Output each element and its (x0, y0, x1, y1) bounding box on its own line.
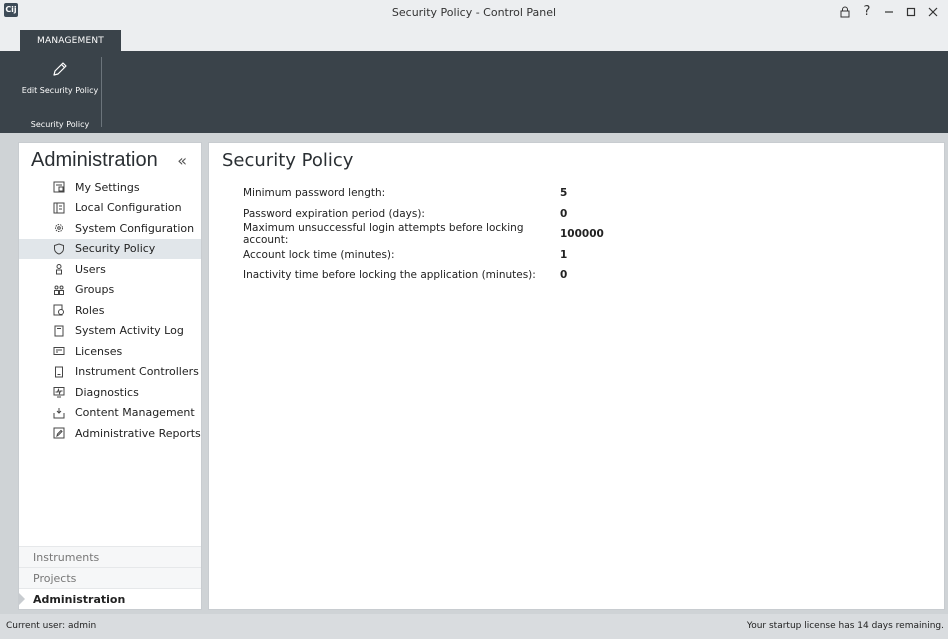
sidebar-title: Administration (31, 149, 158, 171)
sidebar-item-label: My Settings (75, 180, 140, 194)
sidebar-item-label: Security Policy (75, 242, 156, 256)
ribbon-group-security-policy: Edit Security Policy Security Policy (20, 51, 102, 132)
license-icon (53, 347, 65, 356)
sidebar-item-label: System Configuration (75, 221, 195, 235)
local-config-icon (53, 202, 65, 214)
instrument-controller-icon (55, 366, 63, 378)
sidebar-item-users[interactable]: Users (19, 259, 201, 280)
diagnostics-icon (53, 387, 65, 398)
policy-label: Maximum unsuccessful login attempts befo… (243, 222, 524, 247)
ribbon: Edit Security Policy Security Policy (0, 51, 948, 133)
policy-label: Password expiration period (days): (243, 207, 425, 220)
shield-icon (54, 243, 64, 255)
ribbon-group-label: Security Policy (30, 120, 90, 129)
tab-management[interactable]: MANAGEMENT (20, 30, 121, 52)
policy-table: Minimum password length: 5 Password expi… (243, 183, 604, 286)
close-icon[interactable] (922, 3, 944, 21)
sidebar-item-system-activity-log[interactable]: System Activity Log (19, 321, 201, 342)
policy-value: 0 (560, 269, 568, 282)
policy-value: 1 (560, 248, 568, 261)
sidebar-item-local-configuration[interactable]: Local Configuration (19, 198, 201, 219)
sidebar-item-label: Users (75, 262, 106, 276)
sidebar-item-label: Roles (75, 303, 105, 317)
sidebar-item-content-management[interactable]: Content Management (19, 403, 201, 424)
reports-icon (53, 427, 65, 439)
sidebar-item-label: Administrative Reports (75, 426, 201, 440)
content-management-icon (53, 407, 65, 419)
sidebar-item-administrative-reports[interactable]: Administrative Reports (19, 423, 201, 444)
sidebar-item-instrument-controllers[interactable]: Instrument Controllers (19, 362, 201, 383)
main-panel: Security Policy Minimum password length:… (208, 142, 945, 610)
sidebar-item-diagnostics[interactable]: Diagnostics (19, 382, 201, 403)
policy-label: Account lock time (minutes): (243, 248, 395, 261)
sidebar-item-licenses[interactable]: Licenses (19, 341, 201, 362)
ribbon-separator (101, 57, 102, 127)
sidebar-item-roles[interactable]: Roles (19, 300, 201, 321)
pencil-icon (53, 62, 67, 76)
edit-security-policy-label: Edit Security Policy (21, 86, 99, 95)
help-icon[interactable]: ? (856, 3, 878, 21)
policy-value: 100000 (560, 228, 604, 241)
policy-value: 5 (560, 187, 568, 200)
collapse-sidebar-icon[interactable]: « (177, 151, 187, 170)
lock-icon[interactable] (834, 3, 856, 21)
system-config-icon (55, 224, 63, 233)
policy-row: Inactivity time before locking the appli… (243, 265, 604, 286)
status-bar: Current user: admin Your startup license… (0, 614, 948, 639)
current-user-status: Current user: admin (6, 621, 97, 631)
sidebar-nav: Instruments Projects Administration (19, 546, 201, 609)
sidebar-item-label: Licenses (75, 344, 123, 358)
license-status: Your startup license has 14 days remaini… (746, 621, 944, 631)
title-bar: Cij Security Policy - Control Panel ? (0, 0, 948, 30)
sidebar-item-system-configuration[interactable]: System Configuration (19, 218, 201, 239)
sidebar: Administration « My Settings Local Confi… (18, 142, 202, 610)
user-icon (56, 264, 62, 275)
sidebar-item-security-policy[interactable]: Security Policy (19, 238, 201, 259)
log-icon (54, 325, 64, 337)
sidebar-item-label: System Activity Log (75, 324, 184, 338)
maximize-icon[interactable] (900, 3, 922, 21)
page-title: Security Policy (222, 150, 354, 171)
nav-projects[interactable]: Projects (19, 567, 201, 588)
window-title: Security Policy - Control Panel (391, 6, 557, 19)
policy-value: 0 (560, 207, 568, 220)
edit-security-policy-button[interactable]: Edit Security Policy (20, 55, 100, 115)
policy-label: Minimum password length: (243, 187, 386, 200)
policy-row: Account lock time (minutes): 1 (243, 245, 604, 266)
sidebar-item-label: Groups (75, 283, 115, 297)
nav-administration[interactable]: Administration (19, 588, 201, 609)
policy-row: Maximum unsuccessful login attempts befo… (243, 222, 604, 247)
sidebar-item-label: Local Configuration (75, 201, 182, 215)
sidebar-item-my-settings[interactable]: My Settings (19, 177, 201, 198)
sidebar-item-label: Content Management (75, 406, 195, 420)
sidebar-item-label: Diagnostics (75, 385, 139, 399)
sidebar-item-groups[interactable]: Groups (19, 280, 201, 301)
policy-row: Password expiration period (days): 0 (243, 204, 604, 225)
nav-instruments[interactable]: Instruments (19, 546, 201, 567)
minimize-icon[interactable] (878, 3, 900, 21)
sidebar-item-label: Instrument Controllers (75, 365, 199, 379)
sidebar-list: My Settings Local Configuration System C… (19, 177, 201, 444)
policy-row: Minimum password length: 5 (243, 183, 604, 204)
groups-icon (54, 285, 64, 295)
ribbon-tab-strip (0, 30, 948, 52)
window-controls: ? (834, 3, 944, 21)
policy-label: Inactivity time before locking the appli… (243, 269, 536, 282)
roles-icon (53, 304, 64, 316)
settings-doc-icon (53, 181, 65, 193)
